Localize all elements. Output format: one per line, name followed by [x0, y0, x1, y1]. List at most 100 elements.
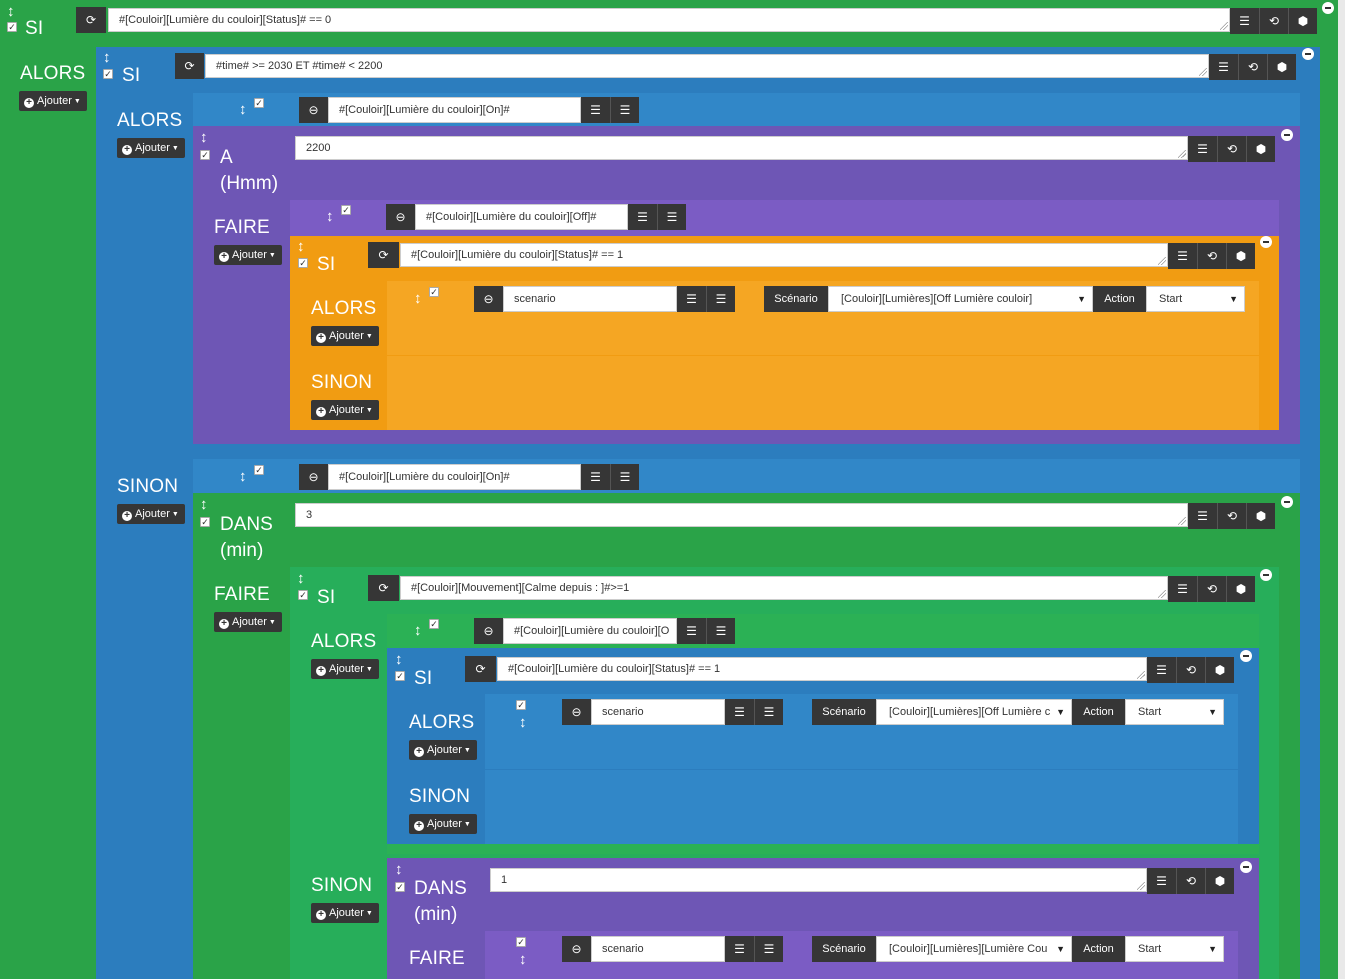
remove-icon[interactable] — [1281, 129, 1293, 141]
options-icon[interactable]: ☰ — [657, 204, 686, 230]
options-icon[interactable]: ☰ — [610, 464, 639, 490]
enable-checkbox[interactable]: ✓ — [395, 882, 405, 892]
expression-icon[interactable]: ☰ — [1188, 503, 1217, 529]
drag-handle[interactable]: ↕ — [414, 623, 422, 638]
drag-handle[interactable]: ↕ — [414, 291, 422, 306]
expression-icon[interactable]: ☰ — [1168, 243, 1197, 269]
condition-input[interactable]: #[Couloir][Lumière du couloir][Status]# … — [497, 657, 1147, 681]
action-select[interactable]: Start ▼ — [1125, 699, 1224, 725]
cube-icon[interactable]: ⬢ — [1205, 868, 1234, 894]
action-select[interactable]: Start ▼ — [1146, 286, 1245, 312]
history-icon[interactable]: ⟲ — [1197, 576, 1226, 602]
history-icon[interactable]: ⟲ — [1217, 136, 1246, 162]
cube-icon[interactable]: ⬢ — [1246, 136, 1275, 162]
switch-icon[interactable]: ⟳ — [465, 656, 496, 682]
options-icon[interactable]: ☰ — [754, 936, 783, 962]
enable-checkbox[interactable]: ✓ — [254, 98, 264, 108]
drag-handle[interactable]: ↕ — [519, 715, 527, 730]
add-button[interactable]: + Ajouter ▼ — [311, 400, 379, 420]
add-button[interactable]: + Ajouter ▼ — [117, 138, 185, 158]
remove-action-icon[interactable]: ⊖ — [474, 286, 503, 312]
list-icon[interactable]: ☰ — [581, 97, 610, 123]
add-button[interactable]: + Ajouter ▼ — [311, 659, 379, 679]
add-button[interactable]: + Ajouter ▼ — [311, 903, 379, 923]
drag-handle[interactable]: ↕ — [7, 4, 15, 19]
expression-icon[interactable]: ☰ — [1188, 136, 1217, 162]
dans-delay-input[interactable]: 3 — [295, 503, 1188, 527]
options-icon[interactable]: ☰ — [706, 618, 735, 644]
enable-checkbox[interactable]: ✓ — [429, 287, 439, 297]
expression-icon[interactable]: ☰ — [1147, 868, 1176, 894]
options-icon[interactable]: ☰ — [754, 699, 783, 725]
scenario-select[interactable]: [Couloir][Lumières][Lumière Cou ▼ — [876, 936, 1072, 962]
enable-checkbox[interactable]: ✓ — [200, 150, 210, 160]
action-input[interactable]: #[Couloir][Lumière du couloir][O — [503, 618, 677, 644]
remove-action-icon[interactable]: ⊖ — [562, 936, 591, 962]
enable-checkbox[interactable]: ✓ — [298, 590, 308, 600]
list-icon[interactable]: ☰ — [628, 204, 657, 230]
switch-icon[interactable]: ⟳ — [175, 53, 204, 79]
remove-action-icon[interactable]: ⊖ — [386, 204, 415, 230]
condition-input[interactable]: #[Couloir][Lumière du couloir][Status]# … — [400, 243, 1168, 267]
expression-icon[interactable]: ☰ — [1147, 657, 1176, 683]
cube-icon[interactable]: ⬢ — [1288, 8, 1317, 34]
history-icon[interactable]: ⟲ — [1197, 243, 1226, 269]
list-icon[interactable]: ☰ — [581, 464, 610, 490]
switch-icon[interactable]: ⟳ — [368, 242, 399, 268]
cube-icon[interactable]: ⬢ — [1226, 243, 1255, 269]
list-icon[interactable]: ☰ — [725, 699, 754, 725]
remove-action-icon[interactable]: ⊖ — [562, 699, 591, 725]
switch-icon[interactable]: ⟳ — [76, 7, 106, 33]
drag-handle[interactable]: ↕ — [519, 952, 527, 967]
drag-handle[interactable]: ↕ — [297, 571, 305, 586]
switch-icon[interactable]: ⟳ — [368, 575, 399, 601]
history-icon[interactable]: ⟲ — [1176, 657, 1205, 683]
enable-checkbox[interactable]: ✓ — [341, 205, 351, 215]
scenario-input[interactable]: scenario — [503, 286, 677, 312]
drag-handle[interactable]: ↕ — [103, 50, 111, 65]
remove-action-icon[interactable]: ⊖ — [299, 97, 328, 123]
scenario-select[interactable]: [Couloir][Lumières][Off Lumière c ▼ — [876, 699, 1072, 725]
remove-icon[interactable] — [1260, 236, 1272, 248]
options-icon[interactable]: ☰ — [610, 97, 639, 123]
scenario-input[interactable]: scenario — [591, 936, 725, 962]
add-button[interactable]: + Ajouter ▼ — [409, 740, 477, 760]
expression-icon[interactable]: ☰ — [1168, 576, 1197, 602]
remove-icon[interactable] — [1260, 569, 1272, 581]
add-button[interactable]: + Ajouter ▼ — [117, 504, 185, 524]
drag-handle[interactable]: ↕ — [200, 130, 208, 145]
remove-action-icon[interactable]: ⊖ — [299, 464, 328, 490]
remove-icon[interactable] — [1240, 650, 1252, 662]
remove-icon[interactable] — [1240, 861, 1252, 873]
remove-icon[interactable] — [1322, 2, 1334, 14]
list-icon[interactable]: ☰ — [677, 618, 706, 644]
history-icon[interactable]: ⟲ — [1217, 503, 1246, 529]
condition-input[interactable]: #[Couloir][Lumière du couloir][Status]# … — [108, 8, 1230, 32]
expression-icon[interactable]: ☰ — [1209, 54, 1238, 80]
scenario-input[interactable]: scenario — [591, 699, 725, 725]
enable-checkbox[interactable]: ✓ — [200, 517, 210, 527]
action-input[interactable]: #[Couloir][Lumière du couloir][On]# — [328, 97, 581, 123]
drag-handle[interactable]: ↕ — [239, 102, 247, 117]
dans-delay-input[interactable]: 1 — [490, 868, 1147, 892]
add-button[interactable]: + Ajouter ▼ — [409, 814, 477, 834]
enable-checkbox[interactable]: ✓ — [7, 22, 17, 32]
remove-icon[interactable] — [1281, 496, 1293, 508]
cube-icon[interactable]: ⬢ — [1267, 54, 1296, 80]
list-icon[interactable]: ☰ — [677, 286, 706, 312]
expression-icon[interactable]: ☰ — [1230, 8, 1259, 34]
enable-checkbox[interactable]: ✓ — [516, 700, 526, 710]
drag-handle[interactable]: ↕ — [200, 497, 208, 512]
drag-handle[interactable]: ↕ — [326, 209, 334, 224]
remove-action-icon[interactable]: ⊖ — [474, 618, 503, 644]
enable-checkbox[interactable]: ✓ — [254, 465, 264, 475]
scrollbar[interactable] — [1338, 0, 1345, 979]
history-icon[interactable]: ⟲ — [1176, 868, 1205, 894]
list-icon[interactable]: ☰ — [725, 936, 754, 962]
action-select[interactable]: Start ▼ — [1125, 936, 1224, 962]
add-button[interactable]: + Ajouter ▼ — [311, 326, 379, 346]
drag-handle[interactable]: ↕ — [395, 652, 403, 667]
drag-handle[interactable]: ↕ — [395, 862, 403, 877]
enable-checkbox[interactable]: ✓ — [429, 619, 439, 629]
history-icon[interactable]: ⟲ — [1259, 8, 1288, 34]
